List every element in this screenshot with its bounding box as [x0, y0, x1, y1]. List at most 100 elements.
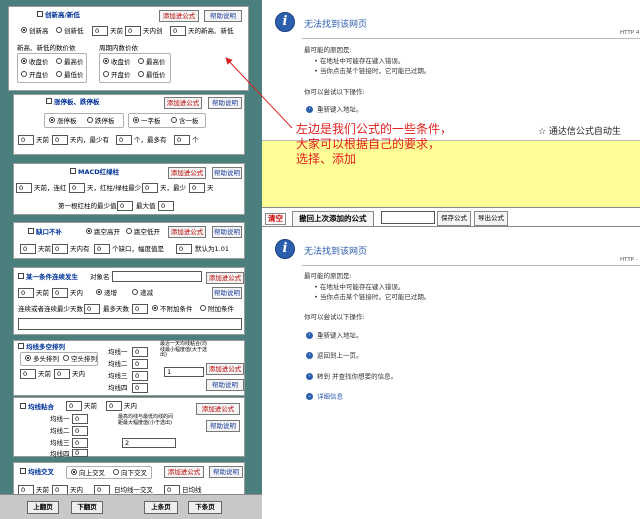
goto-link[interactable]: › 转到 并查找你想要的信息。 — [306, 373, 397, 380]
add-formula-button[interactable]: 添加进公式 — [159, 10, 199, 22]
radio-attach[interactable]: 附加条件 — [200, 305, 234, 313]
back-link[interactable]: › 返回到上一页。 — [306, 352, 363, 359]
prev-item-button[interactable]: 上条页 — [144, 501, 178, 514]
export-formula-button[interactable]: 导出公式 — [474, 211, 508, 226]
days-input[interactable]: 0 — [52, 288, 68, 298]
days-input[interactable]: 0 — [54, 369, 70, 379]
help-button[interactable]: 帮助说明 — [209, 466, 243, 478]
ma-arrangement-checkbox[interactable]: 均线多空排列 — [18, 343, 65, 351]
radio-cross-up[interactable]: 向上交叉 — [71, 469, 105, 477]
continuous-checkbox[interactable]: 某一条件连续发生 — [18, 273, 78, 281]
add-formula-button[interactable]: 添加进公式 — [168, 226, 206, 238]
next-page-button[interactable]: 下翻页 — [71, 501, 103, 514]
max-count-input[interactable]: 0 — [174, 135, 190, 145]
days-ago-input[interactable]: 0 — [20, 369, 36, 379]
radio-no-attach[interactable]: 不附加条件 — [152, 305, 193, 313]
ma-converge-checkbox[interactable]: 均线粘合 — [20, 403, 54, 411]
macd-checkbox[interactable]: MACD红绿柱 — [70, 168, 119, 176]
next-item-button[interactable]: 下条页 — [188, 501, 222, 514]
radio-include-one[interactable]: 含一板 — [171, 117, 199, 125]
radio-bullish[interactable]: 多头排列 — [25, 355, 59, 363]
add-formula-button[interactable]: 添加进公式 — [168, 167, 206, 179]
radio-new-low[interactable]: 创新低 — [56, 27, 84, 35]
retype-link[interactable]: › 重新键入地址。 — [306, 332, 363, 339]
gap-checkbox[interactable]: 缺口不补 — [28, 228, 62, 236]
days-input[interactable]: 0 — [125, 26, 141, 36]
radio-close[interactable]: 收盘价 — [103, 58, 131, 66]
period-input[interactable]: 0 — [170, 26, 186, 36]
days-input[interactable]: 0 — [106, 401, 122, 411]
radio-limit-up[interactable]: 涨停板 — [49, 117, 77, 125]
help-button[interactable]: 帮助说明 — [212, 167, 242, 179]
radio-open[interactable]: 开盘价 — [21, 71, 49, 79]
recall-button[interactable]: 撤回上次添加的公式 — [292, 211, 374, 227]
ma-note: 最近一天均线粘合(均线最小幅度值(大于选出) — [160, 341, 207, 358]
help-button[interactable]: 帮助说明 — [212, 226, 242, 238]
add-formula-button[interactable]: 添加进公式 — [164, 97, 202, 109]
help-button[interactable]: 帮助说明 — [212, 287, 242, 299]
radio-highest[interactable]: 最高价 — [138, 58, 166, 66]
days-ago-input[interactable]: 0 — [18, 288, 34, 298]
help-button[interactable]: 帮助说明 — [206, 420, 240, 432]
days-input[interactable]: 0 — [52, 244, 68, 254]
ma4-input[interactable]: 0 — [132, 383, 148, 393]
ma3-input[interactable]: 0 — [72, 438, 88, 448]
radio-new-high[interactable]: 创新高 — [21, 27, 49, 35]
radio-gap-down[interactable]: 跳空低开 — [126, 228, 160, 236]
limit-checkbox[interactable]: 涨停板、跌停板 — [46, 98, 100, 106]
radio-close[interactable]: 收盘价 — [21, 58, 49, 66]
radio-rising[interactable]: 递增 — [96, 289, 117, 297]
max-value-input[interactable]: 0 — [158, 201, 174, 211]
details-link[interactable]: ⌄ 详细信息 — [306, 393, 343, 400]
min-input[interactable]: 0 — [189, 183, 205, 193]
min-days-input[interactable]: 0 — [142, 183, 158, 193]
new-high-low-checkbox[interactable]: 创新高/新低 — [37, 11, 80, 19]
days-ago-input[interactable]: 0 — [16, 183, 32, 193]
add-formula-button[interactable]: 添加进公式 — [196, 403, 240, 415]
ma2-input[interactable]: 0 — [72, 426, 88, 436]
radio-open[interactable]: 开盘价 — [103, 71, 131, 79]
object-name-input[interactable] — [112, 271, 202, 282]
days-ago-input[interactable]: 0 — [20, 244, 36, 254]
formula-name-input[interactable] — [381, 211, 435, 224]
min-days-input[interactable]: 0 — [84, 304, 100, 314]
add-formula-button[interactable]: 添加进公式 — [206, 272, 244, 284]
days-ago-input[interactable]: 0 — [92, 26, 108, 36]
radio-limit-down[interactable]: 跌停板 — [87, 117, 115, 125]
ma1-input[interactable]: 0 — [72, 414, 88, 424]
radio-lowest[interactable]: 最低价 — [138, 71, 166, 79]
radio-bearish[interactable]: 空头排列 — [63, 355, 97, 363]
radio-cross-down[interactable]: 向下交叉 — [113, 469, 147, 477]
attach-condition-input[interactable] — [18, 318, 242, 330]
min-count-input[interactable]: 0 — [116, 135, 132, 145]
radio-one-line[interactable]: 一字板 — [133, 117, 161, 125]
clear-button[interactable]: 清空 — [265, 213, 286, 225]
add-formula-button[interactable]: 添加进公式 — [164, 466, 204, 478]
ma2-input[interactable]: 0 — [132, 359, 148, 369]
ma-cross-checkbox[interactable]: 均线交叉 — [20, 468, 54, 476]
days-input[interactable]: 0 — [52, 135, 68, 145]
help-button[interactable]: 帮助说明 — [208, 97, 242, 109]
ma-amplitude-input[interactable]: 1 — [164, 367, 204, 377]
ma4-input[interactable]: 0 — [72, 449, 88, 457]
first-red-min-input[interactable]: 0 — [117, 201, 133, 211]
ma3-input[interactable]: 0 — [132, 371, 148, 381]
help-button[interactable]: 帮助说明 — [206, 379, 244, 391]
days-ago-input[interactable]: 0 — [18, 135, 34, 145]
save-formula-button[interactable]: 保存公式 — [437, 211, 471, 226]
radio-lowest[interactable]: 最低价 — [56, 71, 84, 79]
gap-count-input[interactable]: 0 — [94, 244, 110, 254]
prev-page-button[interactable]: 上翻页 — [27, 501, 59, 514]
converge-amplitude-input[interactable]: 2 — [122, 438, 176, 448]
radio-gap-up[interactable]: 跳空高开 — [86, 228, 120, 236]
retype-link[interactable]: › 重新键入地址。 — [306, 106, 363, 113]
radio-highest[interactable]: 最高价 — [56, 58, 84, 66]
max-days-input[interactable]: 0 — [132, 304, 148, 314]
days-ago-input[interactable]: 0 — [66, 401, 82, 411]
help-button[interactable]: 帮助说明 — [204, 10, 242, 22]
add-formula-button[interactable]: 添加进公式 — [206, 363, 244, 375]
amplitude-input[interactable]: 0 — [176, 244, 192, 254]
red-days-input[interactable]: 0 — [69, 183, 85, 193]
radio-falling[interactable]: 递减 — [132, 289, 153, 297]
ma1-input[interactable]: 0 — [132, 347, 148, 357]
